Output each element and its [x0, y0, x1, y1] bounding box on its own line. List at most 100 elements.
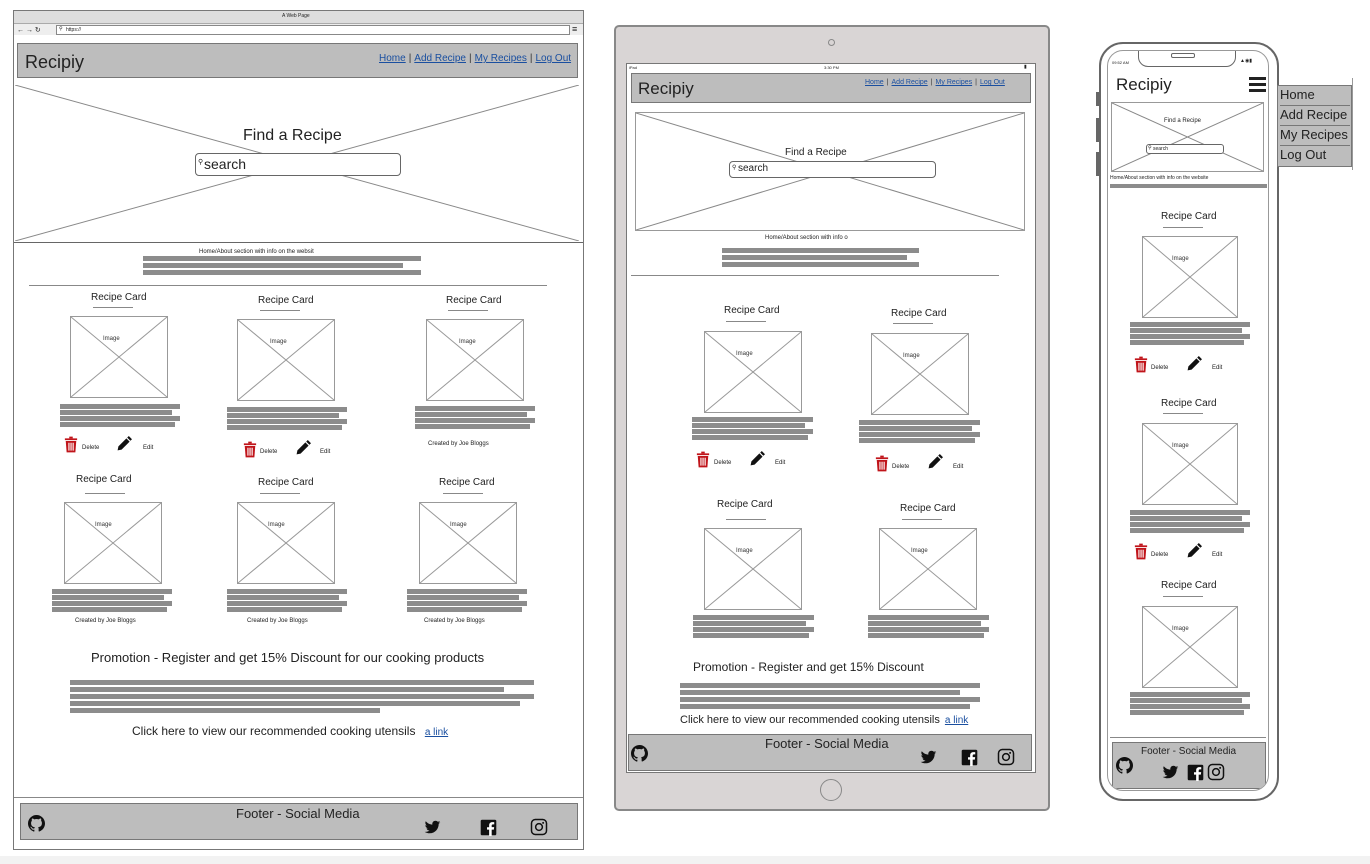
trash-icon[interactable] — [1134, 543, 1148, 560]
twitter-icon[interactable] — [920, 749, 937, 766]
pencil-icon[interactable] — [1186, 543, 1202, 559]
recipe-image[interactable]: Image — [237, 502, 335, 584]
trash-icon[interactable] — [243, 441, 257, 458]
twitter-icon[interactable] — [424, 819, 441, 836]
desc-line — [1130, 528, 1244, 533]
facebook-icon[interactable] — [1187, 764, 1204, 781]
promo-heading: Promotion - Register and get 15% Discoun… — [91, 650, 485, 665]
tablet-promo-heading: Promotion - Register and get 15% Discoun… — [693, 660, 924, 674]
recipe-image[interactable]: Image — [70, 316, 168, 398]
instagram-icon[interactable] — [1207, 763, 1225, 781]
desktop-browser-window: A Web Page ← → ↻ ⚲ https:// ≡ Recipiy Ho… — [13, 10, 584, 850]
promo-line — [70, 680, 534, 685]
desc-line — [227, 607, 342, 612]
image-label: Image — [450, 522, 467, 528]
edit-label[interactable]: Edit — [1212, 552, 1222, 558]
recipe-image[interactable]: Image — [64, 502, 162, 584]
hamburger-icon[interactable]: ≡ — [572, 24, 577, 34]
facebook-icon[interactable] — [961, 749, 978, 766]
recipe-image[interactable]: Image — [1142, 423, 1238, 505]
search-input[interactable]: ⚲ search — [195, 153, 401, 176]
tablet-brand[interactable]: Recipiy — [638, 79, 694, 99]
recipe-image[interactable]: Image — [1142, 606, 1238, 688]
recipe-image[interactable]: Image — [419, 502, 517, 584]
nav-log-out[interactable]: Log Out — [980, 79, 1005, 86]
brand-logo[interactable]: Recipiy — [25, 52, 84, 73]
recipe-image[interactable]: Image — [237, 319, 335, 401]
delete-label[interactable]: Delete — [1151, 365, 1168, 371]
delete-label[interactable]: Delete — [82, 445, 99, 451]
tablet-home-button[interactable] — [820, 779, 842, 801]
recipe-image[interactable]: Image — [879, 528, 977, 610]
desc-line — [60, 410, 172, 415]
address-bar[interactable]: ⚲ https:// — [56, 25, 570, 35]
tablet-search-input[interactable]: ⚲ search — [729, 161, 936, 178]
mobile-brand[interactable]: Recipiy — [1116, 75, 1172, 95]
pencil-icon[interactable] — [116, 436, 132, 452]
desc-line — [1130, 704, 1250, 709]
nav-add-recipe[interactable]: Add Recipe — [892, 79, 928, 86]
search-icon: ⚲ — [59, 26, 63, 32]
instagram-icon[interactable] — [997, 748, 1015, 766]
edit-label[interactable]: Edit — [143, 445, 153, 451]
nav-home[interactable]: Home — [379, 53, 406, 64]
trash-icon[interactable] — [1134, 356, 1148, 373]
github-icon[interactable] — [28, 815, 45, 832]
github-icon[interactable] — [631, 745, 648, 762]
pencil-icon[interactable] — [927, 454, 943, 470]
mobile-hero-image — [1111, 102, 1264, 172]
tablet-footer-text: Footer - Social Media — [765, 736, 889, 751]
nav-log-out[interactable]: Log Out — [535, 53, 571, 64]
delete-label[interactable]: Delete — [260, 449, 277, 455]
menu-item-my-recipes[interactable]: My Recipes — [1280, 127, 1350, 146]
recipe-image[interactable]: Image — [426, 319, 524, 401]
mobile-search-input[interactable]: ⚲ search — [1146, 144, 1224, 154]
desc-line — [407, 589, 527, 594]
utensils-link[interactable]: a link — [425, 727, 448, 738]
menu-item-log-out[interactable]: Log Out — [1280, 147, 1350, 165]
nav-home[interactable]: Home — [865, 79, 884, 86]
edit-label[interactable]: Edit — [1212, 365, 1222, 371]
recipe-image[interactable]: Image — [1142, 236, 1238, 318]
delete-label[interactable]: Delete — [892, 464, 909, 470]
desc-line — [407, 595, 519, 600]
nav-arrows-icon[interactable]: ← → ↻ — [17, 26, 41, 34]
mobile-footer-divider — [1110, 737, 1266, 738]
edit-label[interactable]: Edit — [953, 464, 963, 470]
menu-item-add-recipe[interactable]: Add Recipe — [1280, 107, 1350, 126]
nav-add-recipe[interactable]: Add Recipe — [414, 53, 466, 64]
twitter-icon[interactable] — [1162, 764, 1179, 781]
desc-line — [60, 416, 180, 421]
instagram-icon[interactable] — [530, 818, 548, 836]
facebook-icon[interactable] — [480, 819, 497, 836]
hamburger-icon[interactable] — [1249, 77, 1266, 92]
trash-icon[interactable] — [64, 436, 78, 453]
pencil-icon[interactable] — [295, 440, 311, 456]
recipe-image[interactable]: Image — [704, 331, 802, 413]
delete-label[interactable]: Delete — [714, 460, 731, 466]
delete-label[interactable]: Delete — [1151, 552, 1168, 558]
trash-icon[interactable] — [875, 455, 889, 472]
nav-my-recipes[interactable]: My Recipes — [936, 79, 973, 86]
search-placeholder: search — [738, 163, 769, 174]
created-by: Created by Joe Bloggs — [424, 618, 485, 624]
menu-item-home[interactable]: Home — [1280, 87, 1350, 106]
pencil-icon[interactable] — [749, 451, 765, 467]
card-title: Recipe Card — [717, 499, 773, 510]
utensils-link[interactable]: a link — [945, 715, 968, 726]
card-title: Recipe Card — [724, 305, 780, 316]
desc-line — [692, 423, 805, 428]
nav-my-recipes[interactable]: My Recipes — [475, 53, 527, 64]
desc-line — [1130, 322, 1250, 327]
edit-label[interactable]: Edit — [320, 449, 330, 455]
desc-line — [407, 601, 527, 606]
edit-label[interactable]: Edit — [775, 460, 785, 466]
card-title: Recipe Card — [446, 295, 502, 306]
image-label: Image — [268, 522, 285, 528]
github-icon[interactable] — [1116, 757, 1133, 774]
recipe-image[interactable]: Image — [871, 333, 969, 415]
card-title-underline — [448, 310, 488, 311]
trash-icon[interactable] — [696, 451, 710, 468]
pencil-icon[interactable] — [1186, 356, 1202, 372]
recipe-image[interactable]: Image — [704, 528, 802, 610]
